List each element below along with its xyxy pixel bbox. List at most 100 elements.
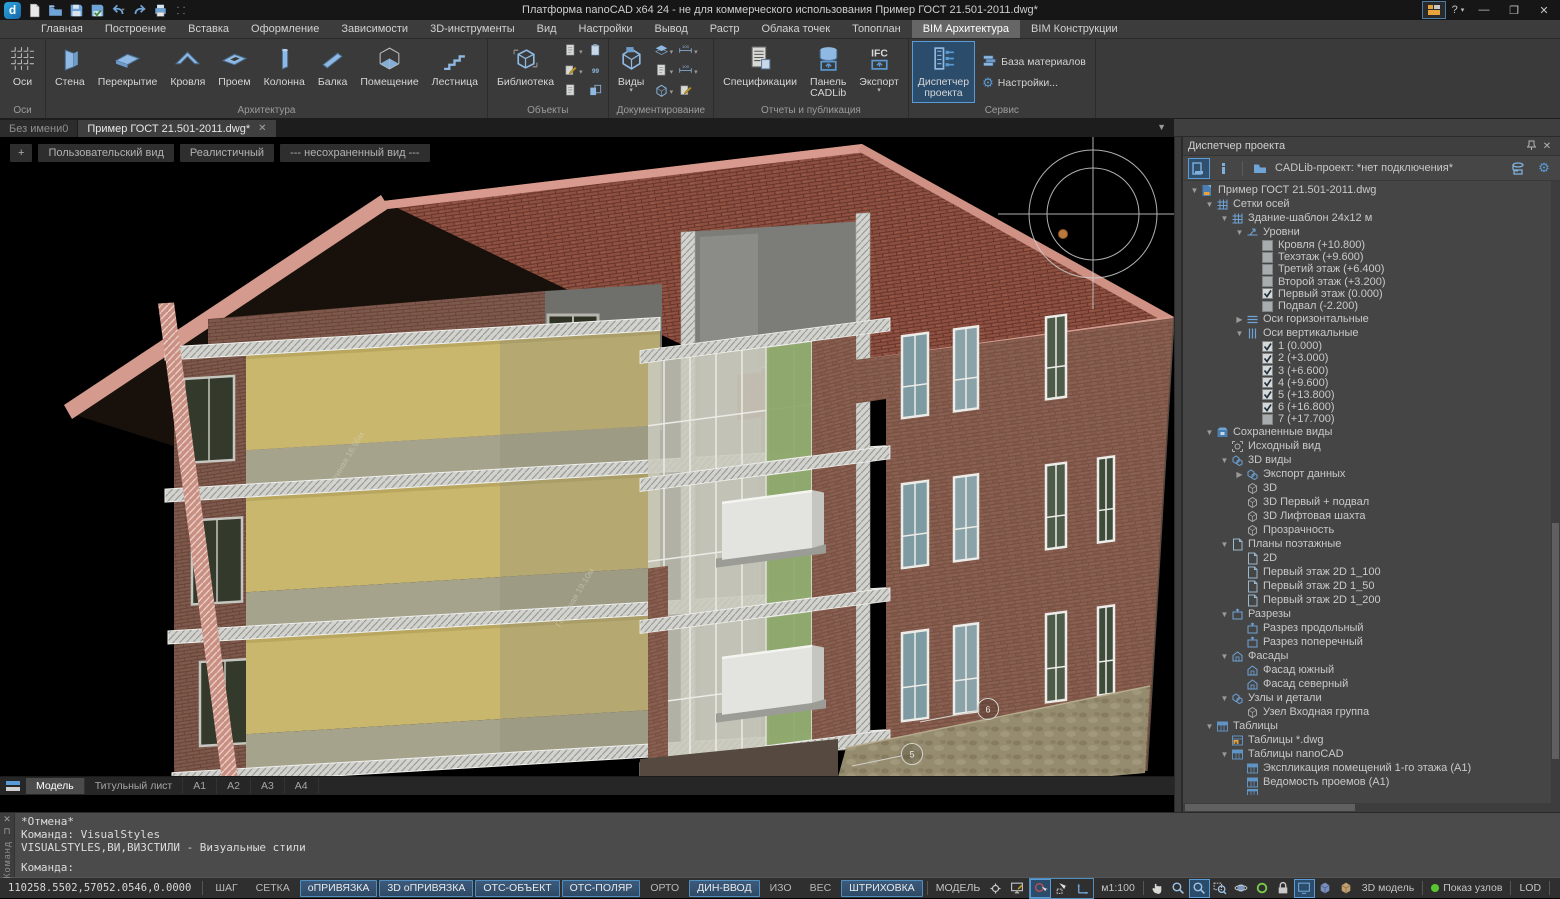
toggle-отс-поляр[interactable]: ОТС-ПОЛЯР xyxy=(562,880,641,897)
menu-item-10[interactable]: Растр xyxy=(699,20,751,38)
lod-toggle[interactable]: LOD xyxy=(1514,882,1546,894)
tree-item-второй[interactable]: Второй этаж (+3.200) xyxy=(1183,276,1560,288)
tree-item-таблицы[interactable]: ▼Таблицы nanoCAD xyxy=(1183,747,1560,761)
ribbon-button-спецификации[interactable]: Спецификации xyxy=(717,41,803,103)
checkbox[interactable] xyxy=(1260,414,1275,425)
layout-tab-модель[interactable]: Модель xyxy=(26,778,85,794)
shading-cube-icon[interactable] xyxy=(1315,879,1336,898)
zoom-window-icon[interactable] xyxy=(1210,879,1231,898)
tree-item-3d[interactable]: 3D Лифтовая шахта xyxy=(1183,509,1560,523)
tree-item-экспликация[interactable]: Экспликация помещений 1-го этажа (А1) xyxy=(1183,761,1560,775)
layout-tab-а4[interactable]: А4 xyxy=(285,778,319,794)
expand-open-icon[interactable]: ▼ xyxy=(1219,456,1230,465)
menu-item-1[interactable]: Главная xyxy=(30,20,94,38)
toggle-вес[interactable]: ВЕС xyxy=(802,880,840,897)
contour-toggle[interactable]: Контур xyxy=(1553,881,1560,896)
tree-item-первый[interactable]: Первый этаж 2D 1_50 xyxy=(1183,579,1560,593)
tree-item-пример[interactable]: ▼Пример ГОСТ 21.501-2011.dwg xyxy=(1183,183,1560,197)
annotation-monitor-icon[interactable] xyxy=(1006,879,1027,898)
ribbon-button-панель-cadlib[interactable]: Панель CADLib xyxy=(804,41,852,103)
toggle-изо[interactable]: ИЗО xyxy=(762,880,800,897)
annotation-scale-label[interactable]: м1:100 xyxy=(1096,882,1140,894)
toggle-отс-объект[interactable]: ОТС-ОБЪЕКТ xyxy=(475,880,559,897)
expand-open-icon[interactable]: ▼ xyxy=(1219,750,1230,759)
tree-item-прозрачность[interactable]: Прозрачность xyxy=(1183,523,1560,537)
tree-item-сохраненные[interactable]: ▼Сохраненные виды xyxy=(1183,425,1560,439)
tree-item-3d[interactable]: 3D Первый + подвал xyxy=(1183,495,1560,509)
checkbox-checked[interactable] xyxy=(1260,389,1275,400)
tree-item-узлы[interactable]: ▼Узлы и детали xyxy=(1183,691,1560,705)
tree-item[interactable] xyxy=(1183,789,1560,795)
toggle-орто[interactable]: ОРТО xyxy=(642,880,687,897)
expand-open-icon[interactable]: ▼ xyxy=(1204,200,1215,209)
tree-item-фасады[interactable]: ▼Фасады xyxy=(1183,649,1560,663)
ribbon-button-библиотека[interactable]: Библиотека xyxy=(491,41,560,103)
expand-open-icon[interactable]: ▼ xyxy=(1204,722,1215,731)
tree-item-3d[interactable]: 3D xyxy=(1183,481,1560,495)
toggle-штриховка[interactable]: ШТРИХОВКА xyxy=(841,880,923,897)
ribbon-button-виды[interactable]: Виды▾ xyxy=(612,41,651,103)
checkbox-checked[interactable] xyxy=(1260,288,1275,299)
expand-closed-icon[interactable]: ▶ xyxy=(1234,315,1245,324)
command-line-area[interactable]: ✕ ⊓ Команд *Отмена*Команда: VisualStyles… xyxy=(0,812,1560,877)
help-button[interactable]: ?▾ xyxy=(1448,1,1468,19)
orbit-icon[interactable] xyxy=(1231,879,1252,898)
ribbon-button-лестница[interactable]: Лестница xyxy=(426,41,484,103)
restore-button[interactable]: ❐ xyxy=(1500,1,1528,19)
checkbox-checked[interactable] xyxy=(1260,353,1275,364)
box-dd-icon[interactable] xyxy=(654,83,669,101)
tree-vertical-scrollbar[interactable] xyxy=(1551,181,1560,803)
checkbox[interactable] xyxy=(1260,264,1275,275)
tree-item-сетки[interactable]: ▼Сетки осей xyxy=(1183,197,1560,211)
show-nodes-toggle[interactable]: Показ узлов xyxy=(1426,882,1507,894)
tree-item-разрез[interactable]: Разрез продольный xyxy=(1183,621,1560,635)
clipboard-icon[interactable] xyxy=(588,43,603,61)
app-logo-icon[interactable]: d xyxy=(4,2,21,19)
expand-closed-icon[interactable]: ▶ xyxy=(1234,470,1245,479)
checkbox-checked[interactable] xyxy=(1260,402,1275,413)
convert-icon[interactable] xyxy=(588,83,603,101)
tree-item-1[interactable]: 1 (0.000) xyxy=(1183,340,1560,352)
checkbox-checked[interactable] xyxy=(1260,341,1275,352)
toggle-опривязка[interactable]: оПРИВЯЗКА xyxy=(300,880,378,897)
tree-item-планы[interactable]: ▼Планы поэтажные xyxy=(1183,537,1560,551)
tree-item-первый[interactable]: Первый этаж 2D 1_100 xyxy=(1183,565,1560,579)
view-control-3[interactable]: --- несохраненный вид --- xyxy=(280,144,430,162)
tree-item-разрезы[interactable]: ▼Разрезы xyxy=(1183,607,1560,621)
menu-item-11[interactable]: Облака точек xyxy=(751,20,842,38)
tree-item-7[interactable]: 7 (+17.700) xyxy=(1183,413,1560,425)
layers-dd-icon[interactable] xyxy=(654,43,669,61)
ribbon-button-экспорт[interactable]: IFCЭкспорт▾ xyxy=(853,41,904,103)
tree-item-третий[interactable]: Третий этаж (+6.400) xyxy=(1183,263,1560,275)
expand-open-icon[interactable]: ▼ xyxy=(1219,540,1230,549)
expand-open-icon[interactable]: ▼ xyxy=(1234,329,1245,338)
ribbon-button-настройки...[interactable]: ⚙Настройки... xyxy=(982,75,1086,91)
layout-list-icon[interactable] xyxy=(0,780,26,792)
menu-item-7[interactable]: Вид xyxy=(526,20,568,38)
selection-cycling-icon[interactable] xyxy=(1030,879,1051,898)
view-mode-label[interactable]: 3D модель xyxy=(1357,882,1419,894)
tree-item-5[interactable]: 5 (+13.800) xyxy=(1183,389,1560,401)
expand-open-icon[interactable]: ▼ xyxy=(1219,694,1230,703)
theme-palette-icon[interactable] xyxy=(1422,1,1446,19)
page-dd-icon[interactable] xyxy=(563,43,578,61)
tree-item-первый[interactable]: Первый этаж (0.000) xyxy=(1183,288,1560,300)
ribbon-button-диспетчер-проекта[interactable]: Диспетчер проекта xyxy=(912,41,975,103)
fullscreen-icon[interactable] xyxy=(1294,879,1315,898)
tab-close-icon[interactable]: ✕ xyxy=(258,123,266,134)
lock-ui-icon[interactable] xyxy=(1273,879,1294,898)
tree-item-4[interactable]: 4 (+9.600) xyxy=(1183,377,1560,389)
document-tab-2[interactable]: Пример ГОСТ 21.501-2011.dwg*✕ xyxy=(78,120,275,137)
menu-item-13[interactable]: BIM Архитектура xyxy=(912,20,1020,38)
ribbon-button-перекрытие[interactable]: Перекрытие xyxy=(92,41,164,103)
toggle-дин-ввод[interactable]: ДИН-ВВОД xyxy=(689,880,759,897)
menu-item-3[interactable]: Вставка xyxy=(177,20,240,38)
tree-item-фасад[interactable]: Фасад южный xyxy=(1183,663,1560,677)
undo-icon[interactable] xyxy=(110,3,126,18)
model-viewport[interactable]: +Пользовательский видРеалистичный--- нес… xyxy=(0,137,1174,776)
ribbon-button-стена[interactable]: Стена xyxy=(49,41,91,103)
menu-item-2[interactable]: Построение xyxy=(94,20,177,38)
expand-open-icon[interactable]: ▼ xyxy=(1219,214,1230,223)
command-pin-icon[interactable]: ⊓ xyxy=(3,827,10,836)
dim2-dd-icon[interactable]: 100 xyxy=(678,63,693,81)
